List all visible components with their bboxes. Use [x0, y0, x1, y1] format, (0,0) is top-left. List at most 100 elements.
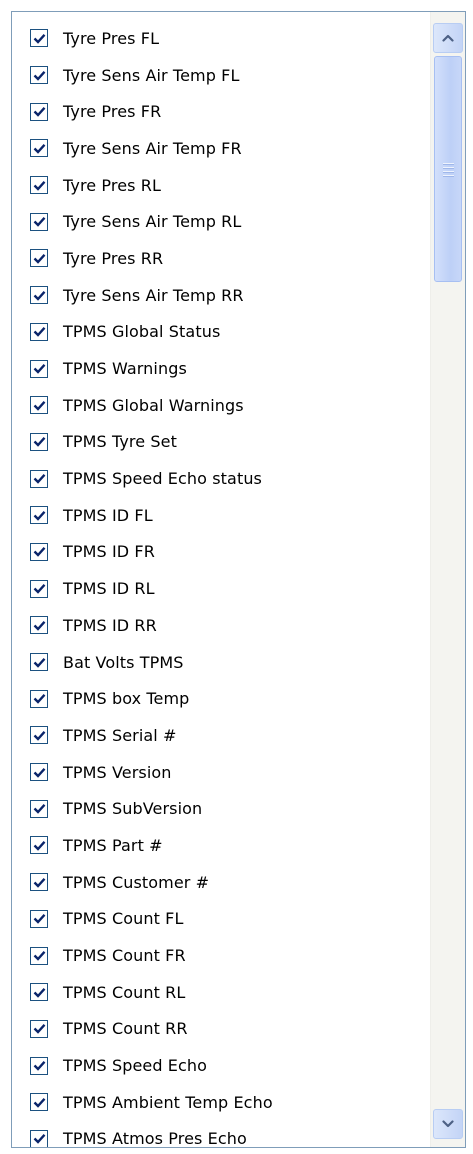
checkbox[interactable] — [30, 506, 48, 525]
list-item[interactable]: TPMS ID FL — [12, 497, 430, 534]
item-label: TPMS ID RR — [63, 615, 157, 635]
list-item[interactable]: TPMS Version — [12, 754, 430, 791]
checkmark-icon — [33, 987, 45, 998]
checkmark-icon — [33, 694, 45, 704]
item-label: Tyre Pres RL — [63, 175, 161, 195]
list-item[interactable]: Bat Volts TPMS — [12, 644, 430, 681]
item-label: TPMS Warnings — [63, 359, 187, 379]
checkmark-icon — [33, 327, 45, 338]
checklist: Tyre Pres FL Tyre Sens Air Temp FL Tyre Pr… — [12, 20, 430, 1148]
list-item[interactable]: TPMS SubVersion — [12, 790, 430, 827]
item-label: TPMS Count FR — [63, 946, 186, 966]
vertical-scrollbar[interactable] — [430, 12, 465, 1147]
checkbox[interactable] — [30, 653, 48, 672]
item-label: TPMS Atmos Pres Echo — [63, 1129, 247, 1148]
list-item[interactable]: TPMS ID RR — [12, 607, 430, 644]
list-item[interactable]: TPMS Global Status — [12, 314, 430, 351]
list-item[interactable]: TPMS Warnings — [12, 350, 430, 387]
checkbox[interactable] — [30, 176, 48, 195]
checkmark-icon — [33, 107, 45, 117]
list-item[interactable]: Tyre Sens Air Temp FR — [12, 130, 430, 167]
checkbox[interactable] — [30, 432, 48, 451]
checkbox[interactable] — [30, 542, 48, 561]
list-item[interactable]: TPMS Global Warnings — [12, 387, 430, 424]
checkmark-icon — [33, 1061, 45, 1071]
checkmark-icon — [33, 1134, 45, 1145]
item-label: Tyre Sens Air Temp RR — [63, 285, 244, 305]
checklist-box: Tyre Pres FL Tyre Sens Air Temp FL Tyre Pr… — [11, 11, 466, 1148]
checkmark-icon — [33, 914, 45, 925]
checkbox[interactable] — [30, 29, 48, 48]
item-label: TPMS Serial # — [63, 725, 177, 745]
checkbox[interactable] — [30, 763, 48, 782]
checkbox[interactable] — [30, 249, 48, 268]
checkmark-icon — [33, 840, 45, 851]
checkmark-icon — [33, 217, 45, 228]
list-item[interactable]: TPMS Speed Echo status — [12, 460, 430, 497]
list-item[interactable]: TPMS Speed Echo — [12, 1047, 430, 1084]
scroll-up-button[interactable] — [433, 23, 463, 53]
list-item[interactable]: TPMS Count FR — [12, 937, 430, 974]
list-item[interactable]: Tyre Pres RR — [12, 240, 430, 277]
checkbox[interactable] — [30, 1093, 48, 1112]
checkbox[interactable] — [30, 616, 48, 635]
thumb-grip-icon — [443, 163, 454, 179]
checkbox[interactable] — [30, 689, 48, 708]
list-item[interactable]: Tyre Sens Air Temp RL — [12, 203, 430, 240]
checkbox[interactable] — [30, 322, 48, 341]
scroll-thumb[interactable] — [434, 56, 462, 282]
checkbox[interactable] — [30, 102, 48, 121]
item-label: TPMS Part # — [63, 835, 163, 855]
checkbox[interactable] — [30, 909, 48, 928]
checkbox[interactable] — [30, 396, 48, 415]
list-item[interactable]: TPMS Serial # — [12, 717, 430, 754]
list-item[interactable]: TPMS box Temp — [12, 680, 430, 717]
checkbox[interactable] — [30, 579, 48, 598]
checkbox[interactable] — [30, 359, 48, 378]
checkbox[interactable] — [30, 1056, 48, 1075]
list-item[interactable]: TPMS Ambient Temp Echo — [12, 1084, 430, 1121]
item-label: Tyre Sens Air Temp FL — [63, 65, 240, 85]
checkbox[interactable] — [30, 983, 48, 1002]
scroll-down-button[interactable] — [433, 1109, 463, 1139]
checkmark-icon — [33, 437, 45, 448]
item-label: TPMS Tyre Set — [63, 432, 177, 452]
checkbox[interactable] — [30, 799, 48, 818]
checkmark-icon — [33, 730, 45, 741]
checkbox[interactable] — [30, 469, 48, 488]
checkmark-icon — [33, 620, 45, 631]
checkbox[interactable] — [30, 212, 48, 231]
checkbox[interactable] — [30, 873, 48, 892]
list-item[interactable]: TPMS Customer # — [12, 864, 430, 901]
list-item[interactable]: Tyre Pres RL — [12, 167, 430, 204]
list-item[interactable]: TPMS Atmos Pres Echo — [12, 1121, 430, 1148]
list-item[interactable]: Tyre Sens Air Temp FL — [12, 57, 430, 94]
list-item[interactable]: Tyre Pres FL — [12, 20, 430, 57]
item-label: TPMS Count RL — [63, 982, 186, 1002]
checkbox[interactable] — [30, 1019, 48, 1038]
list-item[interactable]: Tyre Sens Air Temp RR — [12, 277, 430, 314]
list-item[interactable]: TPMS Count RL — [12, 974, 430, 1011]
checkbox[interactable] — [30, 139, 48, 158]
list-item[interactable]: Tyre Pres FR — [12, 93, 430, 130]
item-label: Tyre Sens Air Temp FR — [63, 138, 242, 158]
list-item[interactable]: TPMS Tyre Set — [12, 424, 430, 461]
item-label: TPMS Global Warnings — [63, 395, 244, 415]
item-label: TPMS Customer # — [63, 872, 210, 892]
checkbox[interactable] — [30, 946, 48, 965]
list-item[interactable]: TPMS ID RL — [12, 570, 430, 607]
checkbox[interactable] — [30, 1129, 48, 1147]
item-label: TPMS Speed Echo — [63, 1056, 208, 1076]
checkbox[interactable] — [30, 836, 48, 855]
list-item[interactable]: TPMS Count RR — [12, 1011, 430, 1048]
checkbox[interactable] — [30, 726, 48, 745]
checkmark-icon — [33, 767, 45, 778]
item-label: TPMS Ambient Temp Echo — [63, 1092, 273, 1112]
list-item[interactable]: TPMS Part # — [12, 827, 430, 864]
list-item[interactable]: TPMS Count FL — [12, 901, 430, 938]
checkmark-icon — [33, 547, 45, 558]
list-item[interactable]: TPMS ID FR — [12, 534, 430, 571]
checkbox[interactable] — [30, 66, 48, 85]
checkmark-icon — [33, 70, 45, 81]
checkbox[interactable] — [30, 286, 48, 305]
